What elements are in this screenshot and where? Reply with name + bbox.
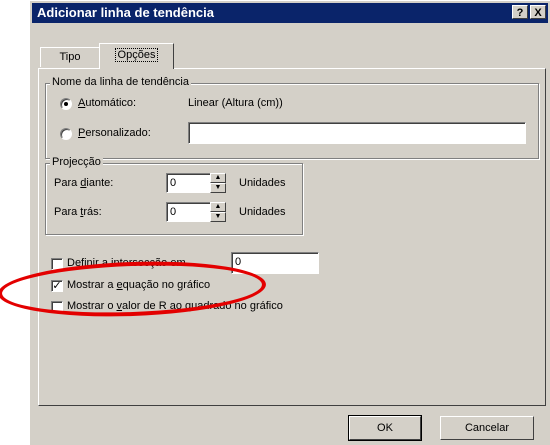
custom-radio[interactable] (60, 128, 72, 140)
backward-spinner[interactable]: ▲ ▼ (210, 202, 226, 222)
automatic-label: Automático: (78, 97, 137, 109)
spin-up-icon[interactable]: ▲ (210, 202, 226, 212)
tab-tipo-label: Tipo (59, 51, 81, 63)
automatic-name-value: Linear (Altura (cm)) (188, 97, 283, 109)
tab-opcoes[interactable]: Opções (99, 43, 174, 69)
forward-spinner[interactable]: ▲ ▼ (210, 173, 226, 193)
options-panel: Nome da linha de tendência Automático: L… (38, 68, 546, 406)
tab-opcoes-label: Opções (114, 48, 159, 62)
tab-tipo[interactable]: Tipo (40, 47, 100, 67)
projection-legend: Projecção (50, 156, 103, 168)
radio-selected-dot (64, 102, 68, 106)
forward-unit: Unidades (239, 177, 286, 189)
ok-button[interactable]: OK (348, 415, 422, 441)
backward-unit: Unidades (239, 206, 286, 218)
trendline-name-group: Nome da linha de tendência Automático: L… (45, 76, 539, 159)
projection-group: Projecção Para diante: 0 ▲ ▼ Unidades Pa… (45, 156, 303, 235)
trendline-name-legend: Nome da linha de tendência (50, 76, 191, 88)
help-button[interactable]: ? (512, 5, 528, 19)
forward-label: Para diante: (54, 177, 114, 189)
backward-label: Para trás: (54, 206, 102, 218)
spin-down-icon[interactable]: ▼ (210, 183, 226, 193)
cancel-button[interactable]: Cancelar (440, 416, 534, 440)
automatic-radio[interactable] (60, 98, 72, 110)
forward-input[interactable]: 0 (166, 173, 214, 193)
custom-label: Personalizado: (78, 127, 151, 139)
backward-input[interactable]: 0 (166, 202, 214, 222)
spin-down-icon[interactable]: ▼ (210, 212, 226, 222)
close-button[interactable]: X (530, 5, 546, 19)
custom-name-input[interactable] (188, 122, 526, 144)
spin-up-icon[interactable]: ▲ (210, 173, 226, 183)
dialog-title: Adicionar linha de tendência (37, 5, 214, 20)
title-bar[interactable]: Adicionar linha de tendência ? X (32, 3, 548, 23)
trendline-dialog: Adicionar linha de tendência ? X Tipo Op… (29, 0, 550, 445)
